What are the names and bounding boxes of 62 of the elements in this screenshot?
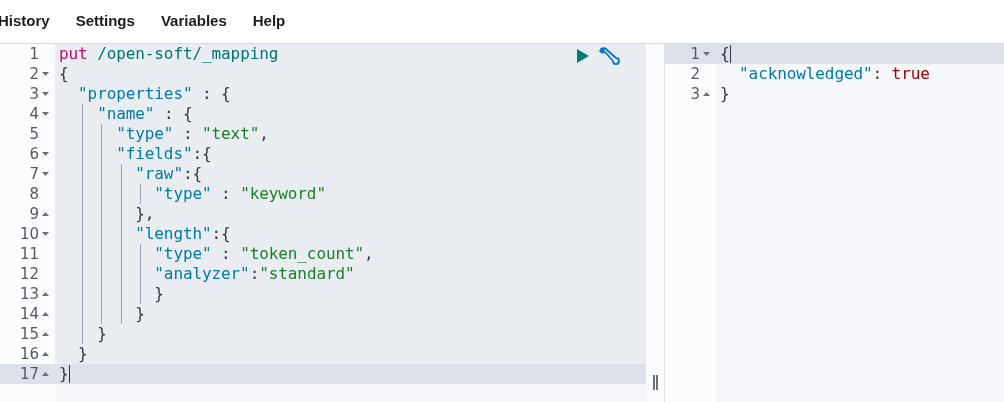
resize-handle[interactable] bbox=[652, 375, 658, 390]
fold-arrow-icon[interactable] bbox=[702, 52, 710, 56]
code-line: } bbox=[77, 344, 88, 364]
code-line: "fields":{ bbox=[115, 144, 212, 164]
code-line: "type" : "token_count", bbox=[153, 244, 374, 264]
line-number: 5 bbox=[29, 123, 39, 145]
code-line: "type" : "text", bbox=[115, 124, 269, 144]
line-number: 3 bbox=[29, 83, 39, 105]
code-line: "acknowledged": true bbox=[738, 64, 930, 84]
fold-arrow-icon[interactable] bbox=[41, 172, 49, 176]
fold-arrow-icon[interactable] bbox=[41, 212, 49, 216]
fold-arrow-icon[interactable] bbox=[41, 372, 49, 376]
line-number: 13 bbox=[19, 283, 39, 305]
fold-arrow-icon[interactable] bbox=[41, 232, 49, 236]
code-line: "length":{ bbox=[134, 224, 231, 244]
line-number: 7 bbox=[29, 163, 39, 185]
code-line: put /open-soft/_mapping bbox=[59, 44, 279, 64]
fold-arrow-icon[interactable] bbox=[41, 312, 49, 316]
text-cursor bbox=[729, 45, 731, 63]
play-icon[interactable] bbox=[576, 48, 590, 64]
fold-arrow-icon[interactable] bbox=[41, 152, 49, 156]
code-line: } bbox=[720, 84, 730, 104]
line-number: 12 bbox=[19, 263, 39, 285]
fold-arrow-icon[interactable] bbox=[41, 72, 49, 76]
line-number: 2 bbox=[690, 63, 700, 85]
fold-arrow-icon[interactable] bbox=[41, 352, 49, 356]
code-line: "type" : "keyword" bbox=[153, 184, 326, 204]
code-line: "name" : { bbox=[96, 104, 193, 124]
line-number: 1 bbox=[690, 43, 700, 65]
line-number: 15 bbox=[19, 323, 39, 345]
fold-arrow-icon[interactable] bbox=[41, 92, 49, 96]
wrench-icon[interactable] bbox=[598, 46, 620, 66]
line-number: 10 bbox=[19, 223, 39, 245]
code-line: "analyzer":"standard" bbox=[153, 264, 355, 284]
line-number: 4 bbox=[29, 103, 39, 125]
line-number: 6 bbox=[29, 143, 39, 165]
line-number: 9 bbox=[29, 203, 39, 225]
code-line: { bbox=[59, 64, 69, 84]
line-number: 11 bbox=[19, 243, 39, 265]
code-line: "raw":{ bbox=[134, 164, 202, 184]
code-line: } bbox=[134, 304, 145, 324]
line-number: 17 bbox=[19, 363, 39, 385]
line-number: 1 bbox=[29, 43, 39, 65]
fold-arrow-icon[interactable] bbox=[41, 292, 49, 296]
menu-item[interactable]: Variables bbox=[160, 10, 227, 33]
code-line: } bbox=[153, 284, 164, 304]
fold-arrow-icon[interactable] bbox=[41, 112, 49, 116]
fold-arrow-icon[interactable] bbox=[702, 92, 710, 96]
line-number: 14 bbox=[19, 303, 39, 325]
code-line: { bbox=[720, 44, 730, 64]
code-line: } bbox=[59, 364, 69, 384]
text-cursor bbox=[68, 365, 70, 383]
code-line: }, bbox=[134, 204, 155, 224]
menu-item[interactable]: Settings bbox=[75, 10, 135, 33]
menu-item[interactable]: Help bbox=[252, 10, 286, 33]
line-number: 2 bbox=[29, 63, 39, 85]
line-number: 3 bbox=[690, 83, 700, 105]
code-line: "properties" : { bbox=[77, 84, 231, 104]
line-number: 8 bbox=[29, 183, 39, 205]
line-number: 16 bbox=[19, 343, 39, 365]
fold-arrow-icon[interactable] bbox=[41, 332, 49, 336]
code-line: } bbox=[96, 324, 107, 344]
